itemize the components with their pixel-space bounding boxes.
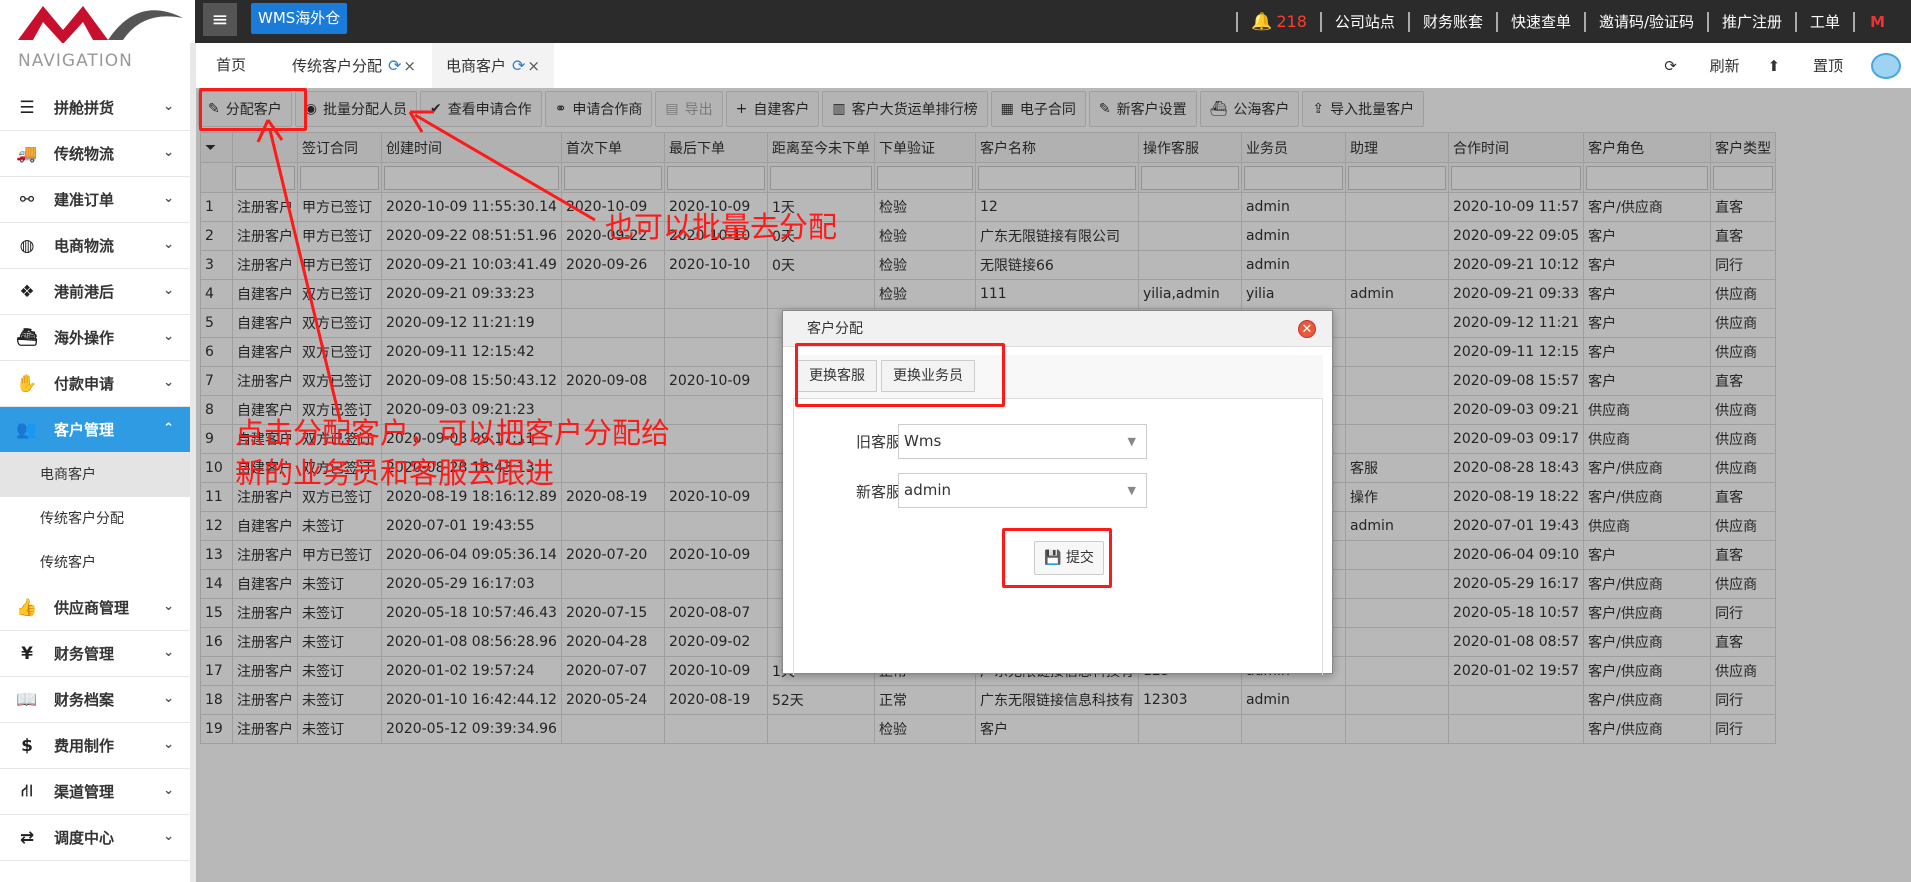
annotation-line1: 点击分配客户，可以把客户分配给 (235, 416, 671, 450)
annotation-batch: 也可以批量去分配 (605, 210, 838, 244)
annotation-line2: 新的业务员和客服去跟进 (235, 456, 555, 490)
